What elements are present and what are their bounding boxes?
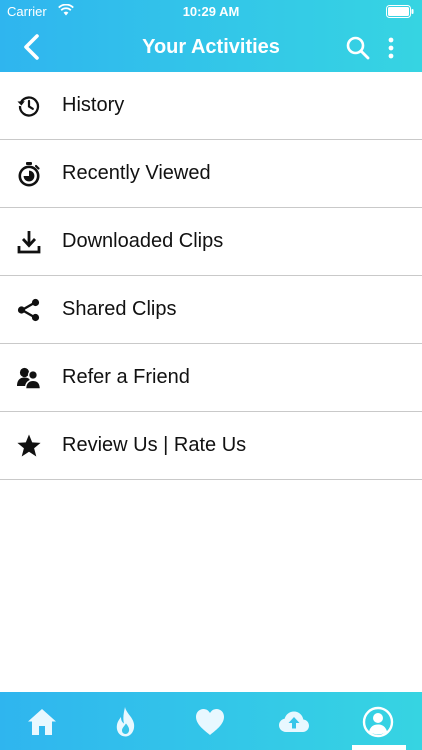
cloud-upload-icon — [279, 711, 309, 732]
menu-item-review-us[interactable]: Review Us | Rate Us — [0, 412, 422, 480]
app-header: Carrier 10:29 AM Your Activities — [0, 0, 422, 72]
menu-item-label: Recently Viewed — [62, 162, 211, 184]
menu-item-recently-viewed[interactable]: Recently Viewed — [0, 140, 422, 208]
history-icon — [17, 96, 40, 117]
more-vertical-icon[interactable] — [383, 35, 399, 61]
menu-item-label: Review Us | Rate Us — [62, 434, 247, 456]
stopwatch-icon — [18, 162, 40, 187]
selected-tab-indicator — [352, 745, 406, 750]
flame-icon — [116, 707, 135, 737]
tab-home[interactable] — [0, 692, 84, 750]
search-icon[interactable] — [345, 35, 371, 61]
download-icon — [17, 231, 41, 254]
activities-menu: History Recently Viewed Downloaded Clips… — [0, 72, 422, 480]
tab-trending[interactable] — [84, 692, 168, 750]
menu-item-history[interactable]: History — [0, 72, 422, 140]
status-time: 10:29 AM — [182, 4, 240, 19]
share-icon — [17, 298, 40, 322]
star-icon — [17, 434, 41, 457]
menu-item-refer-a-friend[interactable]: Refer a Friend — [0, 344, 422, 412]
tab-upload[interactable] — [252, 692, 336, 750]
menu-item-label: Shared Clips — [62, 298, 177, 320]
menu-item-label: History — [62, 94, 125, 116]
menu-item-label: Downloaded Clips — [62, 230, 224, 252]
people-icon — [17, 367, 42, 390]
heart-icon — [196, 709, 224, 735]
status-bar: Carrier 10:29 AM — [0, 0, 422, 24]
tab-favorites[interactable] — [168, 692, 252, 750]
menu-item-shared-clips[interactable]: Shared Clips — [0, 276, 422, 344]
battery-icon — [386, 5, 414, 18]
menu-item-label: Refer a Friend — [62, 366, 190, 388]
profile-icon — [362, 706, 394, 738]
tab-profile[interactable] — [336, 692, 420, 750]
home-icon — [28, 709, 56, 735]
menu-item-downloaded-clips[interactable]: Downloaded Clips — [0, 208, 422, 276]
bottom-tab-bar — [0, 692, 422, 750]
